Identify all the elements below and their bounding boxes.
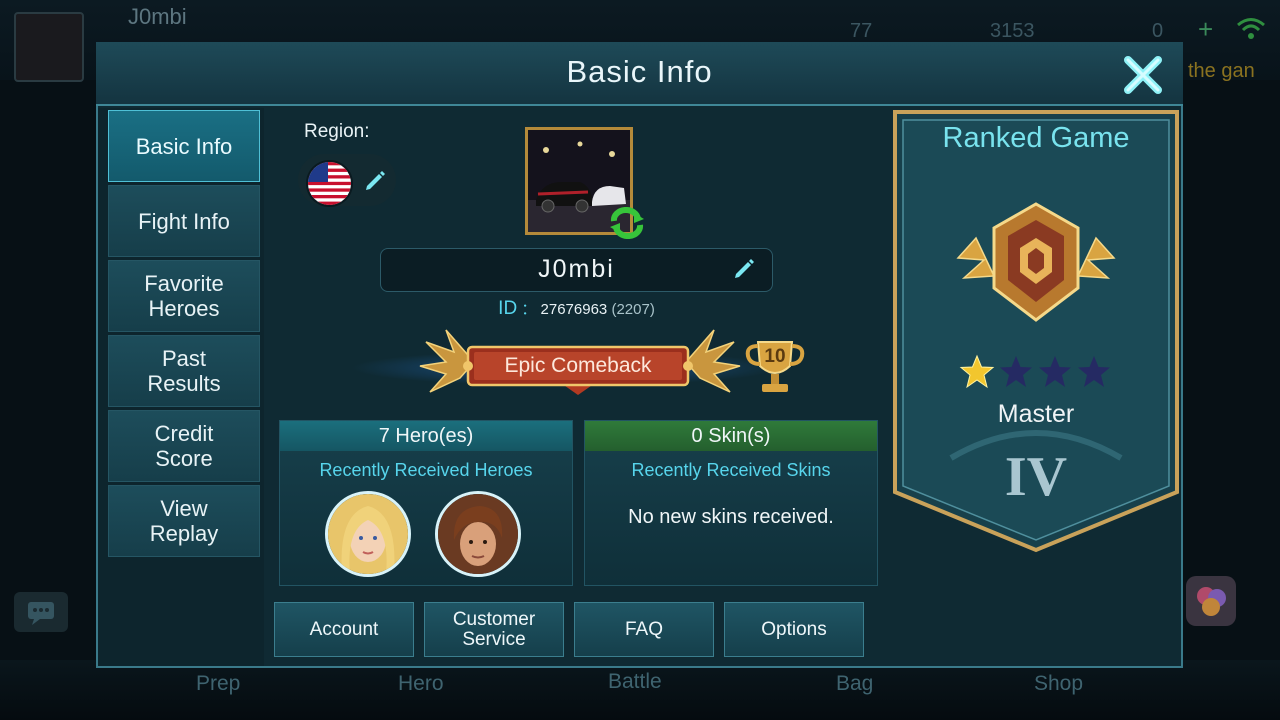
options-button[interactable]: Options (724, 602, 864, 657)
heroes-count: 7 Hero(es) (280, 421, 572, 451)
skins-subtitle: Recently Received Skins (631, 460, 831, 480)
player-avatar-small[interactable] (14, 12, 84, 82)
nav-hero[interactable]: Hero (398, 672, 444, 696)
modal-title: Basic Info (566, 54, 713, 89)
us-flag-icon (306, 160, 353, 207)
colorful-app-icon[interactable] (1186, 576, 1236, 626)
nav-prep[interactable]: Prep (196, 672, 240, 696)
tab-view-replay[interactable]: View Replay (108, 485, 260, 557)
nav-bag[interactable]: Bag (836, 672, 873, 696)
title-badge-text: Epic Comeback (504, 354, 652, 377)
player-name: J0mbi (538, 255, 615, 283)
edit-name-icon[interactable] (731, 256, 757, 282)
tab-favorite-heroes[interactable]: Favorite Heroes (108, 260, 260, 332)
id-separator: ： (521, 301, 537, 318)
nav-shop[interactable]: Shop (1034, 672, 1083, 696)
tab-past-results[interactable]: Past Results (108, 335, 260, 407)
skins-empty-text: No new skins received. (628, 506, 834, 528)
plus-icon[interactable]: + (1198, 14, 1213, 45)
master-rank-emblem-icon (954, 198, 1118, 328)
nav-battle[interactable]: Battle (608, 670, 662, 694)
tab-fight-info[interactable]: Fight Info (108, 185, 260, 257)
id-label: ID (498, 298, 518, 319)
hero-portrait[interactable] (325, 491, 411, 577)
id-value: 27676963 (540, 301, 608, 318)
rank-name: Master (997, 400, 1075, 428)
close-icon[interactable] (1118, 50, 1168, 100)
wifi-icon (1236, 16, 1266, 40)
player-name-bg: J0mbi (128, 4, 187, 29)
edit-region-icon[interactable] (362, 168, 388, 194)
bg-stat-2: 3153 (990, 20, 1035, 42)
rank-stars (958, 354, 1114, 390)
region-label: Region: (304, 121, 370, 142)
chat-icon[interactable] (14, 592, 68, 632)
rank-tier: IV (1004, 446, 1068, 508)
skins-count: 0 Skin(s) (585, 421, 877, 451)
heroes-subtitle: Recently Received Heroes (319, 460, 533, 480)
change-avatar-icon[interactable] (608, 207, 646, 239)
player-id: ID ： 27676963 (2207) (380, 298, 773, 320)
customer-service-button[interactable]: Customer Service (424, 602, 564, 657)
ranked-title: Ranked Game (942, 122, 1130, 154)
faq-button[interactable]: FAQ (574, 602, 714, 657)
bg-stat-1: 77 (850, 20, 873, 42)
bg-stat-3: 0 (1152, 20, 1164, 42)
tab-basic-info[interactable]: Basic Info (108, 110, 260, 182)
id-extra: (2207) (611, 301, 655, 318)
tab-credit-score[interactable]: Credit Score (108, 410, 260, 482)
account-button[interactable]: Account (274, 602, 414, 657)
ticker-text: the gan (1188, 60, 1255, 82)
hero-portrait[interactable] (435, 491, 521, 577)
trophy-count: 10 (764, 346, 786, 367)
